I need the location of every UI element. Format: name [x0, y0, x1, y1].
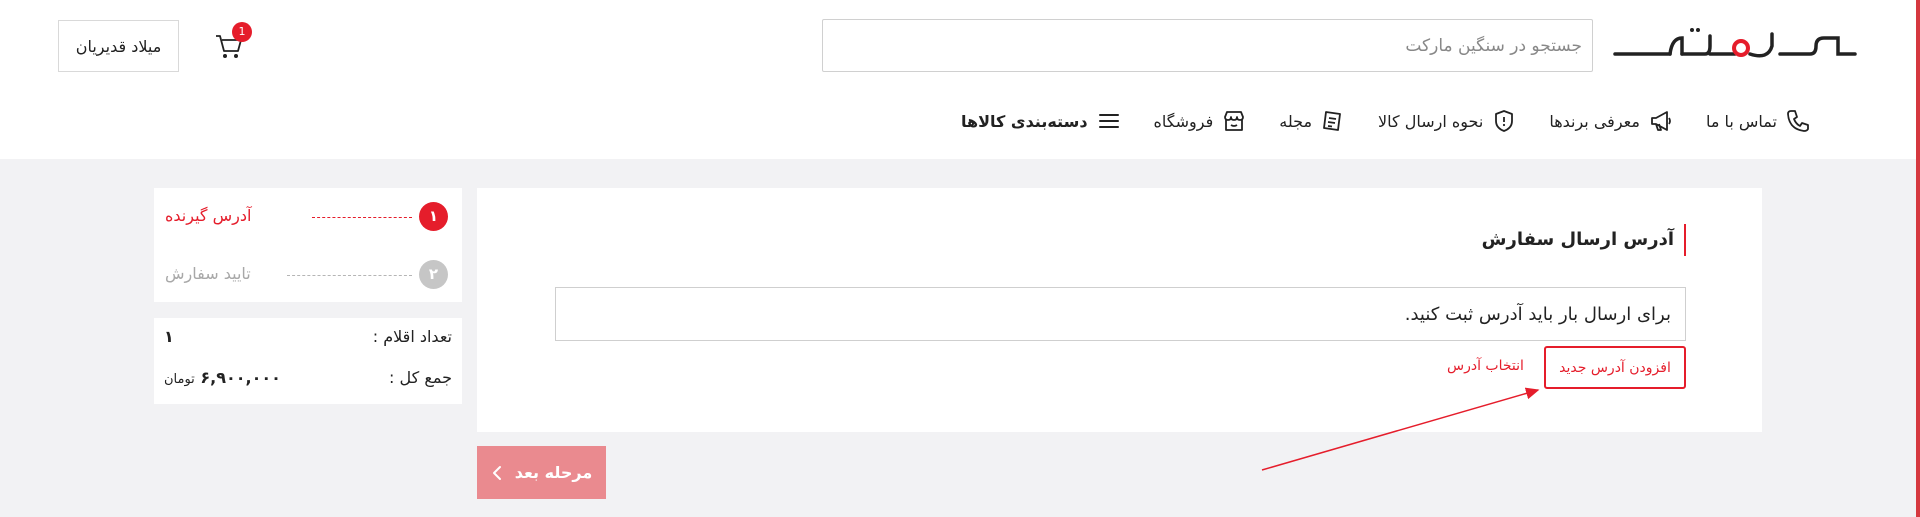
user-name: میلاد قدیریان	[75, 36, 162, 56]
user-account-button[interactable]: میلاد قدیریان	[58, 20, 179, 72]
scrollbar[interactable]	[1916, 0, 1920, 517]
step-confirm: ۲ تایید سفارش	[163, 260, 448, 290]
checkout-steps: ۱ آدرس گیرنده ۲ تایید سفارش	[154, 188, 462, 302]
menu-icon	[1098, 114, 1119, 128]
step-connector	[287, 275, 412, 276]
items-count-row: تعداد اقلام : ۱	[164, 327, 452, 346]
shop-icon	[1224, 111, 1245, 131]
step-label: تایید سفارش	[163, 264, 251, 283]
logo[interactable]	[1610, 16, 1860, 76]
search-placeholder: جستجو در سنگین مارکت	[1405, 35, 1582, 56]
no-address-text: برای ارسال بار باید آدرس ثبت کنید.	[1404, 303, 1671, 325]
nav-categories[interactable]: دسته‌بندی کالاها	[945, 108, 1138, 134]
address-card: آدرس ارسال سفارش برای ارسال بار باید آدر…	[477, 188, 1762, 432]
order-summary: تعداد اقلام : ۱ جمع کل : ۶,۹۰۰,۰۰۰ تومان	[154, 318, 462, 404]
total-value: ۶,۹۰۰,۰۰۰	[200, 368, 281, 387]
step-number: ۲	[419, 260, 448, 289]
total-row: جمع کل : ۶,۹۰۰,۰۰۰ تومان	[164, 368, 452, 387]
currency: تومان	[164, 372, 195, 387]
next-step-label: مرحله بعد	[514, 463, 593, 482]
nav-shipping[interactable]: نحوه ارسال کالا	[1362, 108, 1533, 134]
nav-shipping-label: نحوه ارسال کالا	[1378, 111, 1484, 131]
step-label: آدرس گیرنده	[163, 206, 252, 225]
nav-magazine[interactable]: مجله	[1263, 108, 1362, 134]
nav-shop-label: فروشگاه	[1153, 111, 1214, 131]
chevron-left-icon	[492, 465, 501, 480]
main-nav: دسته‌بندی کالاها فروشگاه مجله نحوه ارسال…	[945, 108, 1850, 134]
magazine-icon	[1323, 111, 1341, 131]
step-connector	[312, 217, 412, 218]
next-step-button[interactable]: مرحله بعد	[477, 446, 606, 499]
total-value-wrap: ۶,۹۰۰,۰۰۰ تومان	[164, 368, 281, 387]
step-address: ۱ آدرس گیرنده	[163, 202, 448, 232]
step-number: ۱	[419, 202, 448, 231]
nav-contact[interactable]: تماس با ما	[1690, 108, 1827, 134]
select-address-link[interactable]: انتخاب آدرس	[1447, 358, 1524, 374]
search-input[interactable]: جستجو در سنگین مارکت	[822, 19, 1593, 72]
nav-categories-label: دسته‌بندی کالاها	[961, 111, 1088, 131]
nav-magazine-label: مجله	[1279, 111, 1313, 131]
cart-count-badge: 1	[232, 22, 252, 42]
cart-button[interactable]: 1	[210, 22, 252, 62]
items-count-value: ۱	[164, 327, 174, 346]
shield-icon	[1495, 110, 1514, 132]
nav-shop[interactable]: فروشگاه	[1138, 108, 1264, 134]
add-address-button[interactable]: افزودن آدرس جدید	[1544, 346, 1686, 389]
nav-brands-label: معرفی برندها	[1549, 111, 1640, 131]
add-address-label: افزودن آدرس جدید	[1559, 359, 1671, 376]
megaphone-icon	[1651, 111, 1671, 131]
total-label: جمع کل :	[389, 368, 452, 387]
items-count-label: تعداد اقلام :	[372, 327, 452, 346]
address-section-title: آدرس ارسال سفارش	[1482, 224, 1686, 256]
nav-brands[interactable]: معرفی برندها	[1533, 108, 1690, 134]
no-address-message: برای ارسال بار باید آدرس ثبت کنید.	[555, 287, 1686, 341]
nav-contact-label: تماس با ما	[1705, 111, 1778, 131]
phone-icon	[1787, 110, 1809, 132]
